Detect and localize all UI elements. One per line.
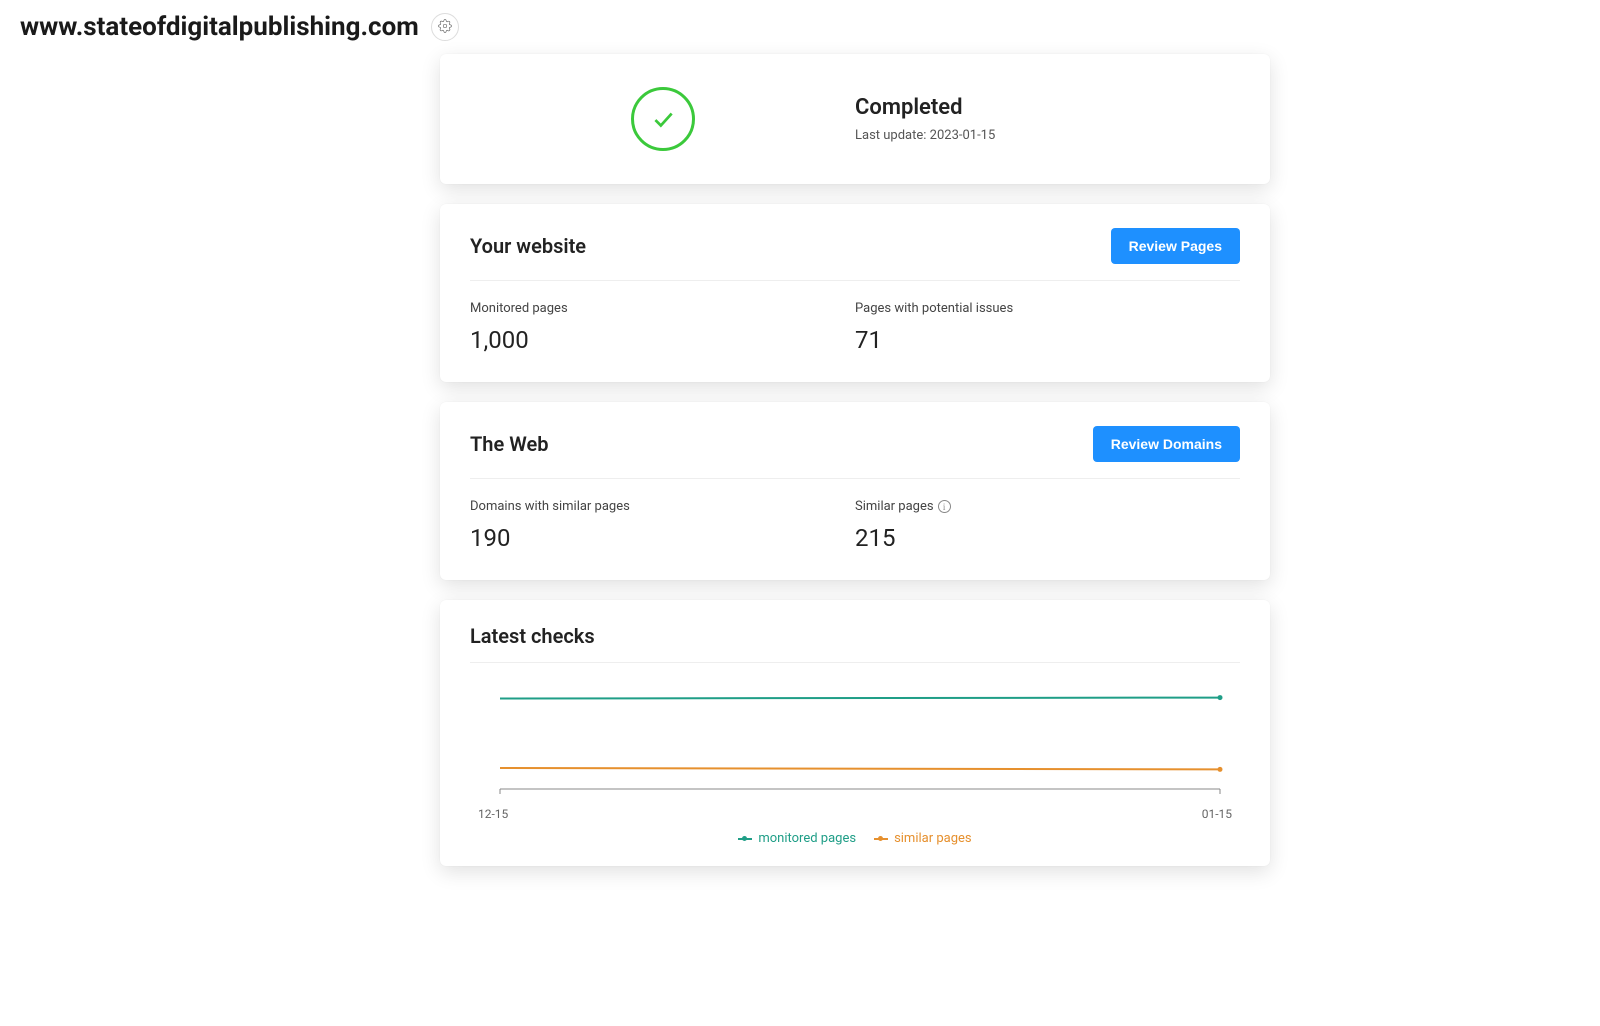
page-header: www.stateofdigitalpublishing.com (0, 0, 1600, 54)
the-web-card: The Web Review Domains Domains with simi… (440, 402, 1270, 580)
settings-button[interactable] (431, 13, 459, 41)
info-icon[interactable]: i (938, 500, 951, 513)
stat-value: 190 (470, 524, 855, 552)
legend-monitored[interactable]: monitored pages (738, 831, 856, 846)
stat-value: 71 (855, 326, 1240, 354)
your-website-title: Your website (470, 234, 586, 258)
latest-checks-card: Latest checks 12-15 01-15 monitored page… (440, 600, 1270, 866)
stat-label: Monitored pages (470, 301, 855, 316)
stat-label: Domains with similar pages (470, 499, 855, 514)
stat-domains-similar: Domains with similar pages 190 (470, 499, 855, 552)
stat-value: 1,000 (470, 326, 855, 354)
domain-title: www.stateofdigitalpublishing.com (20, 12, 419, 42)
x-tick-start: 12-15 (478, 807, 508, 821)
the-web-title: The Web (470, 432, 548, 456)
latest-checks-chart: 12-15 01-15 monitored pages similar page… (470, 683, 1240, 846)
review-pages-button[interactable]: Review Pages (1111, 228, 1240, 264)
chart-legend: monitored pages similar pages (470, 831, 1240, 846)
stat-value: 215 (855, 524, 1240, 552)
latest-checks-title: Latest checks (470, 624, 1240, 648)
stat-label: Similar pages i (855, 499, 1240, 514)
status-icon-area (470, 87, 855, 151)
x-tick-end: 01-15 (1202, 807, 1232, 821)
legend-marker-icon (874, 838, 888, 840)
stat-pages-issues: Pages with potential issues 71 (855, 301, 1240, 354)
check-circle-icon (631, 87, 695, 151)
review-domains-button[interactable]: Review Domains (1093, 426, 1240, 462)
stat-similar-pages: Similar pages i 215 (855, 499, 1240, 552)
gear-icon (438, 19, 452, 36)
status-card: Completed Last update: 2023-01-15 (440, 54, 1270, 184)
stat-label: Pages with potential issues (855, 301, 1240, 316)
your-website-card: Your website Review Pages Monitored page… (440, 204, 1270, 382)
legend-marker-icon (738, 838, 752, 840)
main-content: Completed Last update: 2023-01-15 Your w… (440, 54, 1270, 866)
status-title: Completed (855, 95, 1240, 120)
legend-similar[interactable]: similar pages (874, 831, 972, 846)
status-last-update: Last update: 2023-01-15 (855, 128, 1240, 143)
stat-monitored-pages: Monitored pages 1,000 (470, 301, 855, 354)
